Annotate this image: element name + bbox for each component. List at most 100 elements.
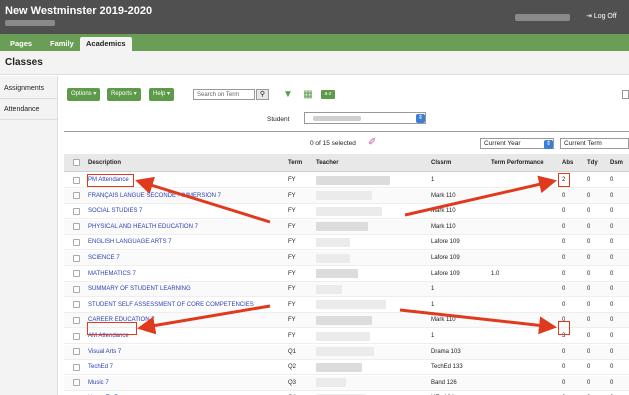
class-description-link[interactable]: FRANÇAIS LANGUE SECONDE - IMMERSION 7: [88, 189, 221, 203]
side-tab-attendance[interactable]: Attendance: [0, 100, 58, 120]
classroom-cell: Mark 110: [431, 192, 456, 199]
class-description-link[interactable]: TechEd 7: [88, 360, 113, 374]
options-button[interactable]: Options ▾: [67, 88, 101, 101]
redacted-user-name: [515, 14, 570, 21]
table-header: Description Term Teacher Clssrm Term Per…: [64, 154, 629, 172]
year-select[interactable]: Current Year ⇕: [480, 138, 554, 149]
table-row[interactable]: AM Attendance FY 1 3 0 0: [64, 329, 629, 344]
col-term[interactable]: Term: [288, 154, 302, 171]
search-icon[interactable]: ⚲: [256, 89, 269, 100]
grid-icon[interactable]: ▦: [301, 89, 315, 101]
dsm-cell: 0: [610, 177, 614, 183]
dsm-cell: 0: [610, 379, 614, 386]
term-select-value: Current Term: [564, 140, 602, 147]
redacted-teacher-name: [316, 191, 372, 201]
dsm-cell: 0: [610, 192, 614, 199]
redacted-teacher-name: [316, 378, 346, 388]
table-row[interactable]: MATHEMATICS 7 FY Lafore 109 1.0 0 0 0: [64, 267, 629, 282]
tab-pages[interactable]: Pages: [4, 37, 38, 51]
class-description-link[interactable]: STUDENT SELF ASSESSMENT OF CORE COMPETEN…: [88, 298, 254, 312]
abs-cell: 0: [562, 255, 566, 261]
class-description-link[interactable]: Visual Arts 7: [88, 345, 121, 359]
filter-icon[interactable]: ▼: [281, 89, 295, 101]
reports-button[interactable]: Reports ▾: [107, 88, 141, 101]
divider: [64, 131, 629, 132]
row-checkbox[interactable]: [73, 348, 80, 356]
table-row[interactable]: STUDENT SELF ASSESSMENT OF CORE COMPETEN…: [64, 298, 629, 313]
dsm-cell: 0: [610, 364, 614, 371]
table-row[interactable]: TechEd 7 Q2 TechEd 133 0 0 0: [64, 360, 629, 376]
term-cell: Q3: [288, 379, 297, 386]
col-dsm[interactable]: Dsm: [610, 154, 623, 171]
table-row[interactable]: PM Attendance FY 1 2 0 0: [64, 173, 629, 188]
table-row[interactable]: Home Ec 7 Q4 HEc 104 0 0 0: [64, 391, 629, 395]
term-cell: FY: [288, 255, 296, 261]
row-checkbox[interactable]: [73, 176, 80, 184]
term-cell: FY: [288, 333, 296, 339]
tab-family[interactable]: Family: [44, 37, 80, 51]
class-description-link[interactable]: SUMMARY OF STUDENT LEARNING: [88, 282, 191, 296]
dsm-cell: 0: [610, 391, 613, 395]
table-row[interactable]: PHYSICAL AND HEALTH EDUCATION 7 FY Mark 11…: [64, 219, 629, 235]
table-row[interactable]: FRANÇAIS LANGUE SECONDE - IMMERSION 7 FY M…: [64, 188, 629, 204]
table-row[interactable]: SCIENCE 7 FY Lafore 109 0 0 0: [64, 251, 629, 266]
tdy-cell: 0: [587, 379, 591, 386]
class-description-link[interactable]: ENGLISH LANGUAGE ARTS 7: [88, 235, 172, 249]
year-select-value: Current Year: [484, 140, 521, 147]
col-teacher[interactable]: Teacher: [316, 154, 339, 171]
term-select[interactable]: Current Term: [560, 138, 629, 149]
table-row[interactable]: SOCIAL STUDIES 7 FY Mark 110 0 0 0: [64, 204, 629, 220]
col-term-performance[interactable]: Term Performance: [491, 154, 544, 171]
row-checkbox[interactable]: [73, 270, 80, 278]
row-checkbox[interactable]: [73, 254, 80, 262]
row-checkbox[interactable]: [73, 332, 80, 340]
search-input[interactable]: Search on Term: [193, 89, 255, 100]
student-select[interactable]: ⇕: [304, 112, 426, 124]
abs-cell: 0: [562, 239, 566, 246]
tdy-cell: 0: [587, 391, 590, 395]
classroom-cell: TechEd 133: [431, 364, 463, 371]
class-description-link[interactable]: MATHEMATICS 7: [88, 267, 136, 281]
row-checkbox[interactable]: [73, 223, 80, 231]
select-all-checkbox[interactable]: [73, 159, 80, 166]
classroom-cell: Mark 110: [431, 223, 456, 230]
row-checkbox[interactable]: [73, 301, 80, 309]
class-description-link[interactable]: Music 7: [88, 376, 109, 390]
table-row[interactable]: ENGLISH LANGUAGE ARTS 7 FY Lafore 109 0 0 0: [64, 235, 629, 251]
table-row[interactable]: CAREER EDUCATION 7 FY Mark 110 0 0 0: [64, 313, 629, 329]
row-checkbox[interactable]: [73, 316, 80, 324]
row-checkbox[interactable]: [73, 285, 80, 293]
class-description-link[interactable]: SOCIAL STUDIES 7: [88, 204, 142, 218]
term-cell: FY: [288, 177, 296, 183]
col-tdy[interactable]: Tdy: [587, 154, 598, 171]
row-checkbox[interactable]: [73, 379, 80, 387]
logoff-link[interactable]: ⇥ Log Off: [586, 12, 617, 20]
row-checkbox[interactable]: [73, 192, 80, 200]
classroom-cell: 1: [431, 177, 435, 183]
tab-academics[interactable]: Academics: [80, 37, 132, 51]
abs-cell: 0: [562, 348, 566, 355]
row-checkbox[interactable]: [73, 207, 80, 215]
redacted-teacher-name: [316, 175, 390, 185]
tdy-cell: 0: [587, 317, 591, 324]
row-checkbox[interactable]: [73, 238, 80, 246]
class-description-link[interactable]: SCIENCE 7: [88, 251, 120, 265]
side-tab-assignments[interactable]: Assignments: [0, 79, 58, 99]
sort-button[interactable]: a-z: [321, 90, 335, 99]
col-abs[interactable]: Abs: [562, 154, 573, 171]
table-row[interactable]: SUMMARY OF STUDENT LEARNING FY 1 0 0 0: [64, 282, 629, 298]
class-description-link[interactable]: PHYSICAL AND HEALTH EDUCATION 7: [88, 220, 198, 234]
row-checkbox[interactable]: [73, 363, 80, 371]
class-description-link[interactable]: Home Ec 7: [88, 391, 118, 395]
print-icon[interactable]: [622, 90, 629, 99]
col-description[interactable]: Description: [88, 154, 121, 171]
dsm-cell: 0: [610, 270, 614, 277]
term-cell: FY: [288, 301, 296, 308]
clear-selection-icon[interactable]: ✐: [368, 137, 376, 148]
classroom-cell: Band 126: [431, 379, 457, 386]
help-button[interactable]: Help ▾: [149, 88, 175, 101]
table-row[interactable]: Music 7 Q3 Band 126 0 0 0: [64, 375, 629, 391]
table-row[interactable]: Visual Arts 7 Q1 Drama 103 0 0 0: [64, 344, 629, 360]
main-nav: Pages Family Academics: [0, 34, 629, 51]
col-classroom[interactable]: Clssrm: [431, 154, 451, 171]
